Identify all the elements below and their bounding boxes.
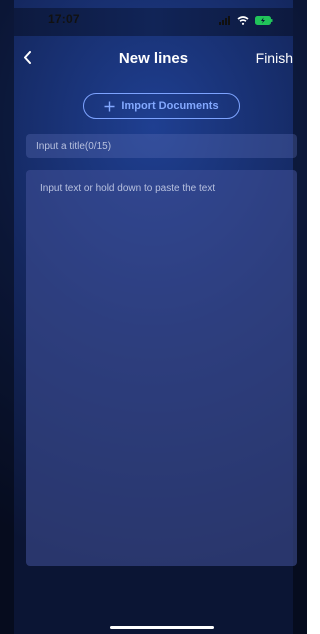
- page-title: New lines: [118, 50, 189, 67]
- status-bar: 17:07: [14, 8, 293, 36]
- finish-button[interactable]: Finish: [256, 50, 293, 66]
- import-documents-button[interactable]: Import Documents: [83, 93, 240, 119]
- battery-charging-icon: [255, 16, 273, 25]
- wifi-icon: [237, 16, 249, 25]
- signal-icon: [219, 16, 231, 25]
- status-time: 17:07: [48, 12, 80, 26]
- plus-icon: [104, 101, 115, 112]
- home-indicator: [110, 626, 214, 629]
- import-documents-label: Import Documents: [121, 100, 219, 112]
- navigation-bar: New lines Finish: [14, 38, 293, 78]
- status-icons: [219, 16, 273, 25]
- new-lines-screen: 17:07 New lines Finish Import Documents …: [0, 0, 307, 634]
- text-input-area[interactable]: [26, 170, 297, 566]
- title-input[interactable]: [26, 134, 297, 158]
- left-frame-shadow: [0, 0, 14, 634]
